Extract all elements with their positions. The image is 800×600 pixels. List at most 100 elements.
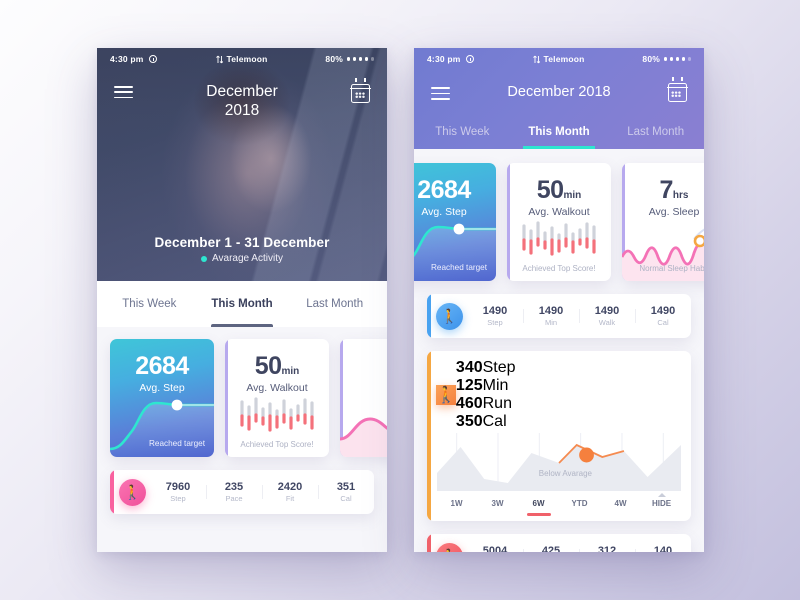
- filter-4w[interactable]: 4W: [600, 491, 641, 515]
- metric-card-avg-sleep-partial[interactable]: [340, 339, 387, 457]
- metric-value: 2684: [417, 176, 471, 204]
- stat-item: 460Run: [456, 395, 516, 413]
- metric-card-avg-step[interactable]: 2684 Avg. Step Reached target: [414, 163, 496, 281]
- phone-two-title-bar: December 2018: [414, 70, 704, 115]
- metric-value: 50: [254, 352, 282, 380]
- status-bar-carrier: Telemoon: [226, 54, 268, 64]
- walking-person-icon: 🚶: [436, 385, 456, 405]
- metric-unit: min: [563, 190, 582, 201]
- status-bar-time: 4:30 pm: [110, 54, 144, 64]
- filter-1w[interactable]: 1W: [436, 491, 477, 515]
- stat-item: 350Cal: [456, 413, 516, 431]
- filter-ytd[interactable]: YTD: [559, 491, 600, 515]
- phone-one-content: 2684 Avg. Step Reached target 50min Avg.…: [97, 327, 387, 530]
- activity-detail-card[interactable]: 🚶 340Step 125Min 460Run 350Cal Below Ava…: [427, 351, 691, 521]
- stat-item: 140Cal: [635, 545, 691, 552]
- stat-label: Min: [544, 318, 558, 327]
- metric-card-strip: 2684 Avg. Step Reached target 50min Avg.…: [97, 339, 387, 457]
- stat-row-accent: [110, 470, 114, 514]
- stat-value: 2420: [277, 481, 303, 493]
- activity-area-chart: Below Avarage: [437, 433, 681, 491]
- status-bar-battery: 80%: [325, 54, 344, 64]
- activity-dot-icon: [201, 255, 208, 262]
- stat-value: 140: [653, 545, 673, 552]
- metric-footnote: Achieved Top Score!: [240, 440, 314, 449]
- metric-value: 7: [659, 176, 674, 204]
- stat-label: Step: [487, 318, 503, 327]
- tab-this-week[interactable]: This Week: [414, 115, 511, 149]
- stat-item: 312Burn: [579, 545, 635, 552]
- metric-value-group: 50min: [225, 339, 329, 381]
- calendar-icon[interactable]: [667, 77, 688, 102]
- tab-this-month[interactable]: This Month: [196, 281, 289, 327]
- status-bar-right: 80%: [642, 54, 691, 64]
- stat-label: Cal: [657, 318, 669, 327]
- status-bar-carrier: Telemoon: [543, 54, 585, 64]
- data-transfer-icon: [216, 55, 224, 63]
- filter-hide[interactable]: HIDE: [641, 491, 682, 515]
- stat-value: 312: [597, 545, 617, 552]
- hamburger-menu-icon[interactable]: [114, 82, 133, 99]
- metric-card-avg-walkout[interactable]: 50min Avg. Walkout Achieved Top Score!: [225, 339, 329, 457]
- stat-value: 340: [455, 359, 483, 376]
- tab-this-month[interactable]: This Month: [511, 115, 608, 149]
- filter-3w[interactable]: 3W: [477, 491, 518, 515]
- stat-value: 235: [224, 481, 244, 493]
- calendar-icon[interactable]: [350, 78, 371, 103]
- card-accent-bar: [427, 351, 431, 521]
- status-bar: 4:30 pm Telemoon 80%: [97, 48, 387, 70]
- stat-item: 1490 Cal: [635, 305, 691, 327]
- stat-label: Step: [170, 494, 186, 503]
- stat-label: Cal: [482, 413, 507, 430]
- stat-item: 125Min: [456, 377, 516, 395]
- status-bar: 4:30 pm Telemoon 80%: [414, 48, 704, 70]
- page-title-year: 2018: [224, 102, 260, 119]
- filter-6w[interactable]: 6W: [518, 491, 559, 515]
- hero-caption: December 1 - 31 December Avarage Activit…: [97, 235, 387, 264]
- hamburger-menu-icon[interactable]: [431, 83, 450, 100]
- stat-value: 460: [455, 395, 483, 412]
- metric-card-avg-sleep[interactable]: 7hrs Avg. Sleep Normal Sleep Habit: [622, 163, 704, 281]
- metric-unit: hrs: [672, 190, 689, 201]
- alarm-icon: [465, 55, 474, 63]
- stat-row-blue[interactable]: 🚶 1490 Step 1490 Min 1490 Walk 1490 Cal: [427, 294, 691, 338]
- stat-item: 1490 Step: [467, 305, 523, 327]
- tab-this-week[interactable]: This Week: [103, 281, 196, 327]
- metric-label: Avg. Walkout: [528, 206, 590, 218]
- metric-label: Avg. Walkout: [246, 382, 308, 394]
- metric-card-strip: 2684 Avg. Step Reached target 50min Avg.…: [414, 163, 704, 281]
- stat-item: 235 Pace: [206, 481, 262, 503]
- stat-value: 7960: [165, 481, 191, 493]
- stat-label: Walk: [598, 318, 616, 327]
- stat-item: 7960 Step: [150, 481, 206, 503]
- walkout-candlestick-chart: [240, 397, 314, 432]
- metric-footnote: Reached target: [149, 439, 205, 448]
- metric-value-group: 2684: [110, 339, 214, 381]
- phone-two-content: 2684 Avg. Step Reached target 50min Avg.…: [414, 149, 704, 552]
- metric-card-avg-step[interactable]: 2684 Avg. Step Reached target: [110, 339, 214, 457]
- tab-last-month[interactable]: Last Month: [288, 281, 381, 327]
- chart-annotation: Below Avarage: [538, 469, 593, 478]
- signal-dots-icon: [664, 57, 691, 61]
- hero-banner: 4:30 pm Telemoon 80% December 2018 Decem…: [97, 48, 387, 281]
- alarm-icon: [148, 55, 157, 63]
- signal-dots-icon: [347, 57, 374, 61]
- hero-date-range: December 1 - 31 December: [154, 235, 330, 250]
- stat-item: 1490 Min: [523, 305, 579, 327]
- walking-person-icon: 🚶: [119, 478, 146, 506]
- tab-last-month[interactable]: Last Month: [607, 115, 704, 149]
- phone-mockup-one: 4:30 pm Telemoon 80% December 2018 Decem…: [97, 48, 387, 552]
- stat-item: 351 Cal: [318, 481, 374, 503]
- phone-mockup-two: 4:30 pm Telemoon 80% December 2018 This …: [414, 48, 704, 552]
- stat-list: 340Step 125Min 460Run 350Cal: [456, 359, 516, 431]
- metric-value: 2684: [135, 352, 189, 380]
- phone-two-header: 4:30 pm Telemoon 80% December 2018 This …: [414, 48, 704, 149]
- stat-list: 1490 Step 1490 Min 1490 Walk 1490 Cal: [467, 305, 691, 327]
- stat-value: 351: [336, 481, 356, 493]
- stat-list: 5004Step 425Min 312Burn 140Cal: [467, 545, 691, 552]
- stat-row-red[interactable]: 🚶 5004Step 425Min 312Burn 140Cal: [427, 534, 691, 552]
- metric-card-avg-walkout[interactable]: 50min Avg. Walkout Achieved Top Score!: [507, 163, 611, 281]
- stat-item: 2420 Fit: [262, 481, 318, 503]
- walkout-candlestick-chart: [522, 221, 596, 256]
- stat-row-pink[interactable]: 🚶 7960 Step 235 Pace 2420 Fit 351 Cal: [110, 470, 374, 514]
